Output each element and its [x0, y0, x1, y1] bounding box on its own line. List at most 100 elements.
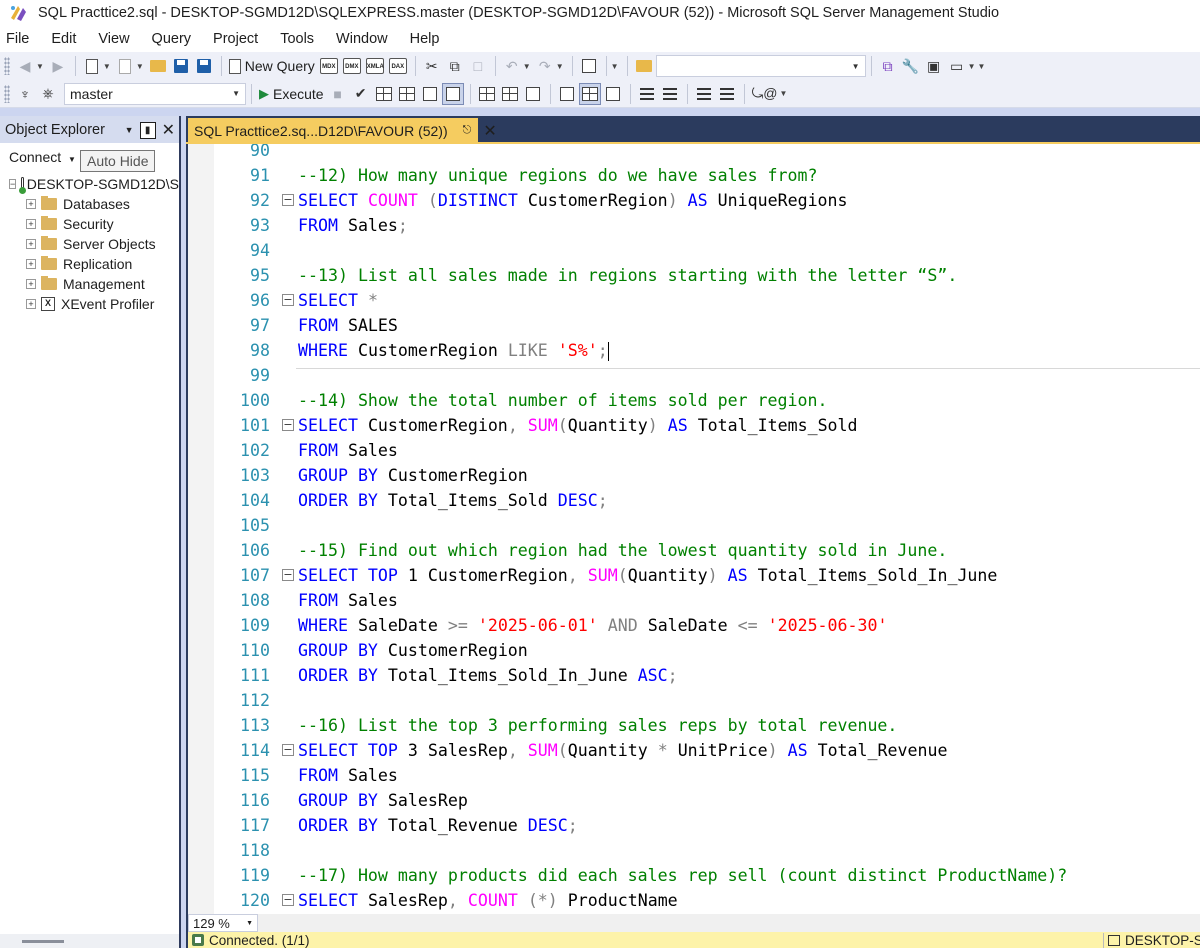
tab-sql-practtice2[interactable]: SQL Practtice2.sq...D12D\FAVOUR (52)) ⎋ … — [188, 118, 497, 143]
results-to-text-icon[interactable] — [556, 83, 578, 105]
connect-button[interactable]: Connect ▼ — [9, 149, 76, 165]
visual-studio-icon[interactable]: ⧉ — [877, 55, 899, 77]
dmx-query-button[interactable]: DMX — [341, 55, 363, 77]
forward-arrow-icon[interactable]: ▶ — [47, 55, 69, 77]
collapse-region-icon[interactable]: − — [282, 894, 294, 906]
expand-icon[interactable]: + — [26, 279, 36, 289]
toolbar-overflow-icon[interactable]: ▼ — [977, 62, 985, 71]
undo-dropdown-icon[interactable]: ▼ — [523, 62, 531, 71]
command-window-icon[interactable]: ▭ — [946, 55, 968, 77]
menu-tools[interactable]: Tools — [275, 31, 324, 47]
toolbar-overflow-icon[interactable]: ▼ — [779, 89, 787, 98]
code-line[interactable]: 119 --17) How many products did each sale… — [188, 863, 1200, 888]
results-to-grid-icon[interactable] — [578, 82, 601, 105]
code-line[interactable]: 118 — [188, 838, 1200, 863]
back-dropdown-icon[interactable]: ▼ — [36, 62, 44, 71]
uncomment-lines-icon[interactable] — [659, 83, 681, 105]
code-line[interactable]: 96− SELECT * — [188, 288, 1200, 313]
parse-checkmark-icon[interactable]: ✔ — [350, 83, 372, 105]
pin-icon[interactable]: ⎋ — [463, 124, 472, 137]
collapse-region-icon[interactable]: − — [282, 419, 294, 431]
increase-indent-icon[interactable] — [716, 83, 738, 105]
expand-icon[interactable]: + — [26, 199, 36, 209]
code-line[interactable]: 95 --13) List all sales made in regions s… — [188, 263, 1200, 288]
tree-node-server[interactable]: − DESKTOP-SGMD12D\S — [0, 174, 179, 194]
code-line[interactable]: 103 GROUP BY CustomerRegion — [188, 463, 1200, 488]
new-query-button[interactable]: New Query — [227, 55, 317, 77]
expand-icon[interactable]: + — [26, 219, 36, 229]
tree-node-server-objects[interactable]: + Server Objects — [0, 234, 179, 254]
collapse-icon[interactable]: − — [9, 179, 17, 189]
menu-view[interactable]: View — [93, 31, 139, 47]
menu-help[interactable]: Help — [405, 31, 450, 47]
code-line[interactable]: 92− SELECT COUNT (DISTINCT CustomerRegion… — [188, 188, 1200, 213]
add-item-icon[interactable] — [114, 55, 136, 77]
include-actual-plan-icon[interactable] — [476, 83, 498, 105]
save-icon[interactable] — [170, 55, 192, 77]
window-position-dropdown-icon[interactable]: ▼ — [125, 125, 134, 135]
code-line[interactable]: 94 — [188, 238, 1200, 263]
live-query-stats-icon[interactable] — [499, 83, 521, 105]
object-explorer-horizontal-scrollbar[interactable] — [0, 934, 179, 948]
code-line[interactable]: 97 FROM SALES — [188, 313, 1200, 338]
code-line[interactable]: 120− SELECT SalesRep, COUNT (*) ProductNa… — [188, 888, 1200, 913]
expand-icon[interactable]: + — [26, 259, 36, 269]
code-line[interactable]: 111 ORDER BY Total_Items_Sold_In_June ASC… — [188, 663, 1200, 688]
code-line[interactable]: 116 GROUP BY SalesRep — [188, 788, 1200, 813]
code-line[interactable]: 108 FROM Sales — [188, 588, 1200, 613]
collapse-region-icon[interactable]: − — [282, 294, 294, 306]
code-line[interactable]: 98 WHERE CustomerRegion LIKE 'S%'; — [188, 338, 1200, 363]
new-project-dropdown-icon[interactable]: ▼ — [103, 62, 111, 71]
specify-template-values-icon[interactable]: ⤿@ — [750, 83, 780, 105]
collapse-region-icon[interactable]: − — [282, 744, 294, 756]
wrench-icon[interactable]: 🔧 — [900, 55, 922, 77]
query-designer-icon[interactable] — [396, 83, 418, 105]
undo-icon[interactable]: ↶ — [501, 55, 523, 77]
paste-icon[interactable]: □ — [467, 55, 489, 77]
code-line[interactable]: 109 WHERE SaleDate >= '2025-06-01' AND Sa… — [188, 613, 1200, 638]
code-line[interactable]: 99 — [188, 363, 1200, 388]
scrollbar-thumb[interactable] — [22, 940, 64, 943]
toolbar-grip[interactable] — [4, 57, 10, 75]
code-line[interactable]: 110 GROUP BY CustomerRegion — [188, 638, 1200, 663]
code-line[interactable]: 101− SELECT CustomerRegion, SUM(Quantity)… — [188, 413, 1200, 438]
add-item-dropdown-icon[interactable]: ▼ — [136, 62, 144, 71]
tree-node-databases[interactable]: + Databases — [0, 194, 179, 214]
decrease-indent-icon[interactable] — [693, 83, 715, 105]
expand-icon[interactable]: + — [26, 239, 36, 249]
query-options-icon[interactable] — [419, 83, 441, 105]
comment-lines-icon[interactable] — [636, 83, 658, 105]
code-line[interactable]: 113 --16) List the top 3 performing sales… — [188, 713, 1200, 738]
code-line[interactable]: 115 FROM Sales — [188, 763, 1200, 788]
xmla-query-button[interactable]: XMLA — [364, 55, 386, 77]
tree-node-replication[interactable]: + Replication — [0, 254, 179, 274]
client-statistics-icon[interactable] — [522, 83, 544, 105]
save-all-icon[interactable] — [193, 55, 215, 77]
redo-icon[interactable]: ↷ — [534, 55, 556, 77]
connect-icon[interactable]: ♆ — [14, 83, 36, 105]
menu-project[interactable]: Project — [208, 31, 268, 47]
open-file-icon[interactable] — [147, 55, 169, 77]
zoom-select[interactable]: 129 % ▼ — [188, 914, 258, 932]
find-in-files-icon[interactable] — [633, 55, 655, 77]
activity-monitor-icon[interactable] — [578, 55, 600, 77]
toolbox-icon[interactable]: ▣ — [923, 55, 945, 77]
code-line[interactable]: 112 — [188, 688, 1200, 713]
change-connection-icon[interactable]: ⎈ — [37, 83, 59, 105]
results-to-file-icon[interactable] — [602, 83, 624, 105]
dax-query-button[interactable]: DAX — [387, 55, 409, 77]
new-project-icon[interactable] — [81, 55, 103, 77]
collapse-region-icon[interactable]: − — [282, 194, 294, 206]
toolbar-grip[interactable] — [4, 84, 10, 103]
execute-button[interactable]: ▶ Execute — [257, 83, 326, 105]
cut-icon[interactable]: ✂ — [421, 55, 443, 77]
ssms-app-icon[interactable] — [8, 3, 28, 23]
expand-icon[interactable]: + — [26, 299, 36, 309]
menu-edit[interactable]: Edit — [46, 31, 86, 47]
close-icon[interactable]: ✕ — [162, 120, 175, 140]
redo-dropdown-icon[interactable]: ▼ — [556, 62, 564, 71]
code-line[interactable]: 93 FROM Sales; — [188, 213, 1200, 238]
collapse-region-icon[interactable]: − — [282, 569, 294, 581]
tree-node-security[interactable]: + Security — [0, 214, 179, 234]
command-dropdown-icon[interactable]: ▼ — [968, 62, 976, 71]
